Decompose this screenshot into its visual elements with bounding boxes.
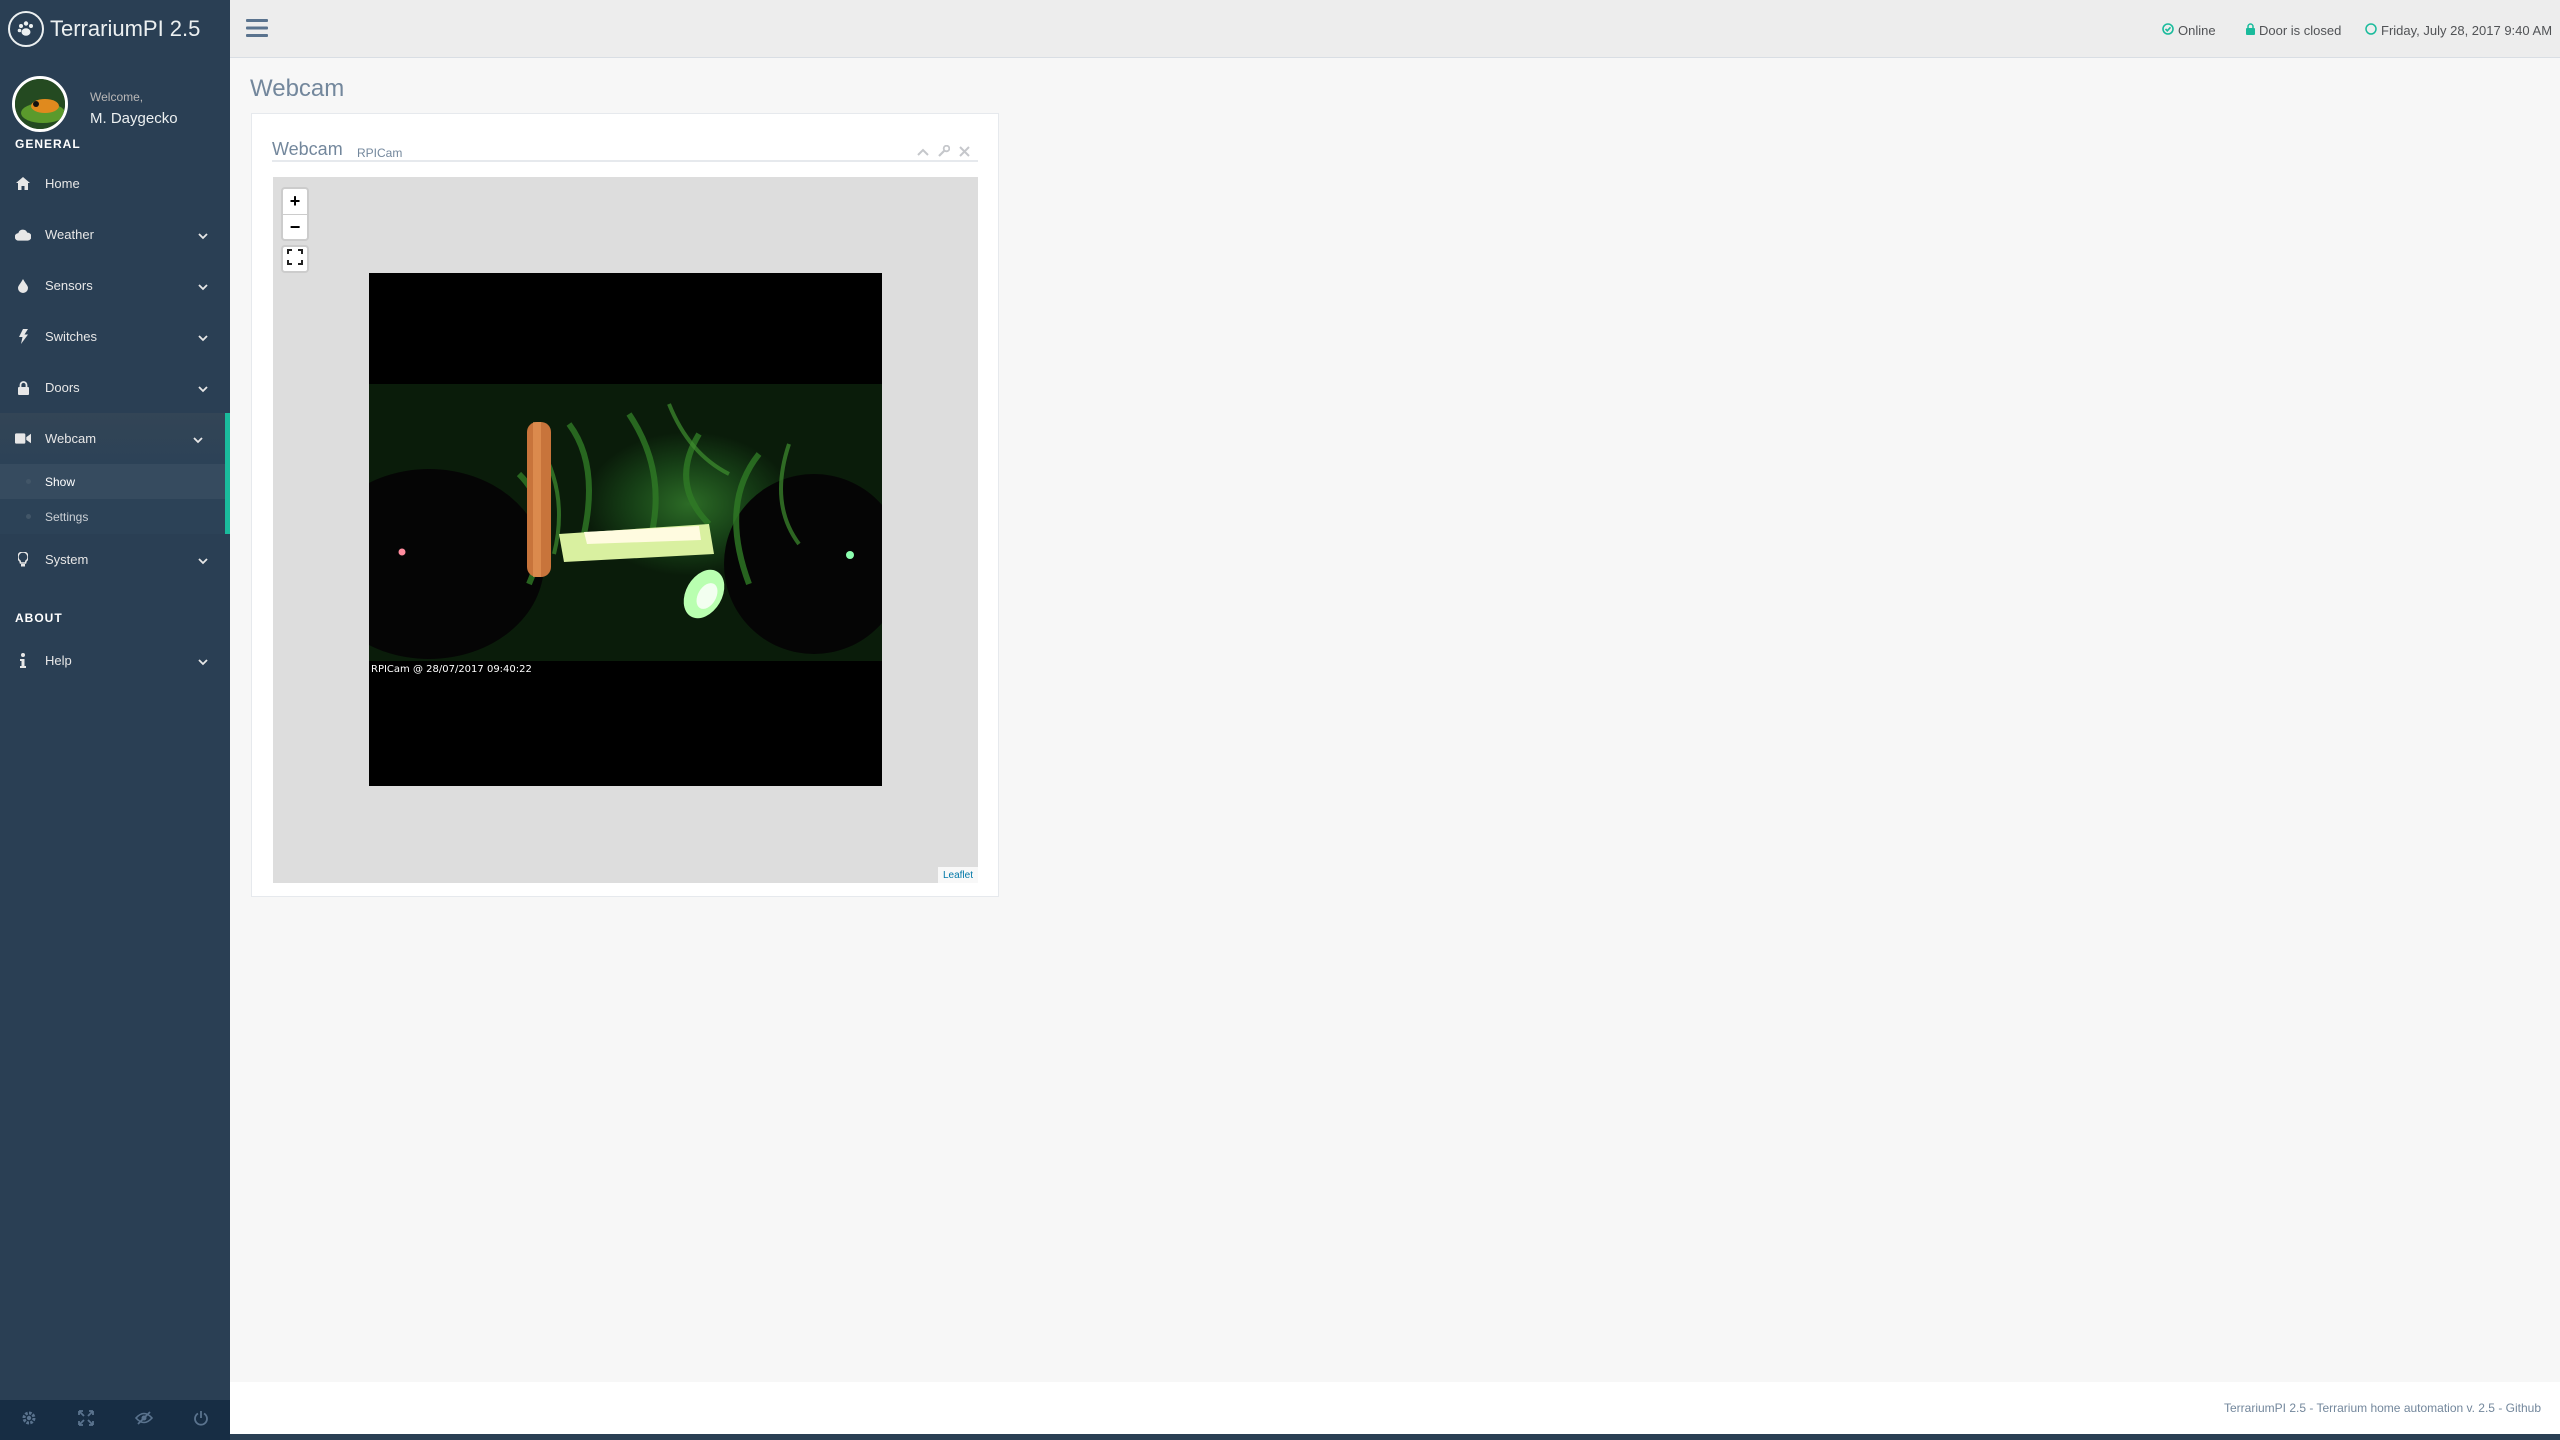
webcam-photo: [369, 384, 882, 661]
app-title: TerrariumPI 2.5: [50, 15, 201, 41]
sidebar: TerrariumPI 2.5 Welcome, M. Daygecko GEN…: [0, 0, 230, 1440]
cloud-icon: [15, 227, 31, 243]
logout-button[interactable]: [173, 1400, 231, 1440]
panel-header: Webcam RPICam: [272, 124, 978, 162]
lock-icon: [15, 380, 31, 396]
power-icon: [193, 1410, 209, 1431]
webcam-map[interactable]: + − RPICam @ 28/07/2017 09:40:22 Leaflet: [273, 177, 978, 883]
avatar: [12, 76, 68, 132]
sidebar-item-doors[interactable]: Doors: [0, 362, 230, 413]
video-camera-icon: [15, 431, 31, 447]
section-general: GENERAL: [15, 137, 81, 151]
datetime-text: Friday, July 28, 2017 9:40 AM: [2381, 23, 2553, 38]
webcam-caption: RPICam @ 28/07/2017 09:40:22: [371, 664, 532, 675]
bullet-dot: [26, 514, 31, 519]
online-status[interactable]: Online: [2162, 23, 2216, 38]
settings-button[interactable]: [938, 144, 951, 162]
webcam-submenu: Show Settings: [0, 464, 230, 534]
close-button[interactable]: [959, 144, 970, 162]
panel-title: Webcam: [272, 139, 343, 159]
sidebar-item-label: Switches: [45, 329, 98, 344]
check-circle-icon: [2162, 23, 2178, 38]
hamburger-icon: [246, 19, 268, 42]
clock-status: Friday, July 28, 2017 9:40 AM: [2365, 23, 2552, 38]
sidebar-item-sensors[interactable]: Sensors: [0, 260, 230, 311]
panel-toolbox: [917, 144, 970, 162]
profile: Welcome, M. Daygecko GENERAL: [0, 57, 230, 151]
fullscreen-button[interactable]: [281, 245, 309, 273]
sidebar-item-label: Webcam: [45, 431, 97, 446]
sidebar-item-label: Home: [45, 176, 80, 191]
info-icon: [15, 653, 31, 669]
submenu-item-label: Settings: [45, 509, 89, 524]
sidebar-item-label: Weather: [45, 227, 94, 242]
panel-subtitle: RPICam: [357, 146, 403, 160]
chevron-down-icon: [198, 553, 208, 568]
menu-toggle-button[interactable]: [246, 18, 268, 43]
zoom-control: + −: [281, 187, 309, 241]
chevron-up-icon: [917, 144, 929, 161]
webcam-panel: Webcam RPICam + − RPICam @ 28/07/2017 09…: [251, 113, 999, 897]
chevron-down-icon: [198, 381, 208, 396]
door-status[interactable]: Door is closed: [2246, 23, 2341, 38]
fullscreen-icon: [287, 248, 303, 270]
fullscreen-button[interactable]: [58, 1400, 116, 1440]
webcam-image[interactable]: RPICam @ 28/07/2017 09:40:22: [369, 273, 882, 786]
chevron-down-icon: [198, 654, 208, 669]
chevron-down-icon: [198, 228, 208, 243]
submenu-item-show[interactable]: Show: [0, 464, 225, 499]
chevron-down-icon: [198, 330, 208, 345]
section-about: ABOUT: [15, 611, 63, 625]
sidebar-item-label: System: [45, 552, 89, 567]
bottom-bar: [230, 1434, 2560, 1440]
sidebar-footer: [0, 1400, 230, 1440]
zoom-out-button[interactable]: −: [283, 214, 307, 239]
sidebar-item-weather[interactable]: Weather: [0, 209, 230, 260]
bullet-dot: [26, 479, 31, 484]
sidebar-item-help[interactable]: Help: [0, 635, 230, 686]
submenu-item-settings[interactable]: Settings: [0, 499, 225, 534]
wrench-icon: [938, 144, 951, 161]
settings-button[interactable]: [0, 1400, 58, 1440]
settings-icon: [21, 1410, 37, 1431]
bolt-icon: [15, 329, 31, 345]
collapse-button[interactable]: [917, 144, 929, 162]
paw-icon: [8, 10, 44, 47]
lock-screen-button[interactable]: [115, 1400, 173, 1440]
top-navbar: Online Door is closed Friday, July 28, 2…: [230, 0, 2560, 58]
sidebar-item-system[interactable]: System: [0, 534, 230, 585]
submenu-item-label: Show: [45, 474, 76, 489]
close-icon: [959, 144, 970, 161]
online-status-text: Online: [2178, 23, 2216, 38]
sidebar-item-label: Doors: [45, 380, 80, 395]
door-status-text: Door is closed: [2259, 23, 2342, 38]
sidebar-item-switches[interactable]: Switches: [0, 311, 230, 362]
chevron-down-icon: [198, 279, 208, 294]
page-title: Webcam: [250, 75, 345, 102]
zoom-in-button[interactable]: +: [283, 189, 307, 214]
clock-icon: [2365, 23, 2381, 38]
sidebar-item-home[interactable]: Home: [0, 158, 230, 209]
tint-icon: [15, 278, 31, 294]
lock-icon: [2246, 23, 2259, 38]
lightbulb-icon: [15, 552, 31, 568]
fullscreen-icon: [78, 1409, 95, 1431]
eye-slash-icon: [134, 1410, 153, 1430]
side-menu: Home Weather Sensors Switches Doors Webc…: [0, 158, 230, 686]
sidebar-item-webcam[interactable]: Webcam: [0, 413, 230, 464]
brand[interactable]: TerrariumPI 2.5: [0, 0, 230, 57]
sidebar-item-label: Sensors: [45, 278, 93, 293]
leaflet-attribution-link[interactable]: Leaflet: [937, 867, 978, 883]
user-name: M. Daygecko: [90, 110, 178, 127]
footer-text: TerrariumPI 2.5 - Terrarium home automat…: [2223, 1401, 2541, 1415]
home-icon: [15, 176, 31, 192]
chevron-down-icon: [193, 432, 203, 447]
welcome-text: Welcome,: [90, 90, 144, 104]
page-footer: TerrariumPI 2.5 - Terrarium home automat…: [230, 1382, 2560, 1434]
sidebar-item-label: Help: [45, 653, 72, 668]
